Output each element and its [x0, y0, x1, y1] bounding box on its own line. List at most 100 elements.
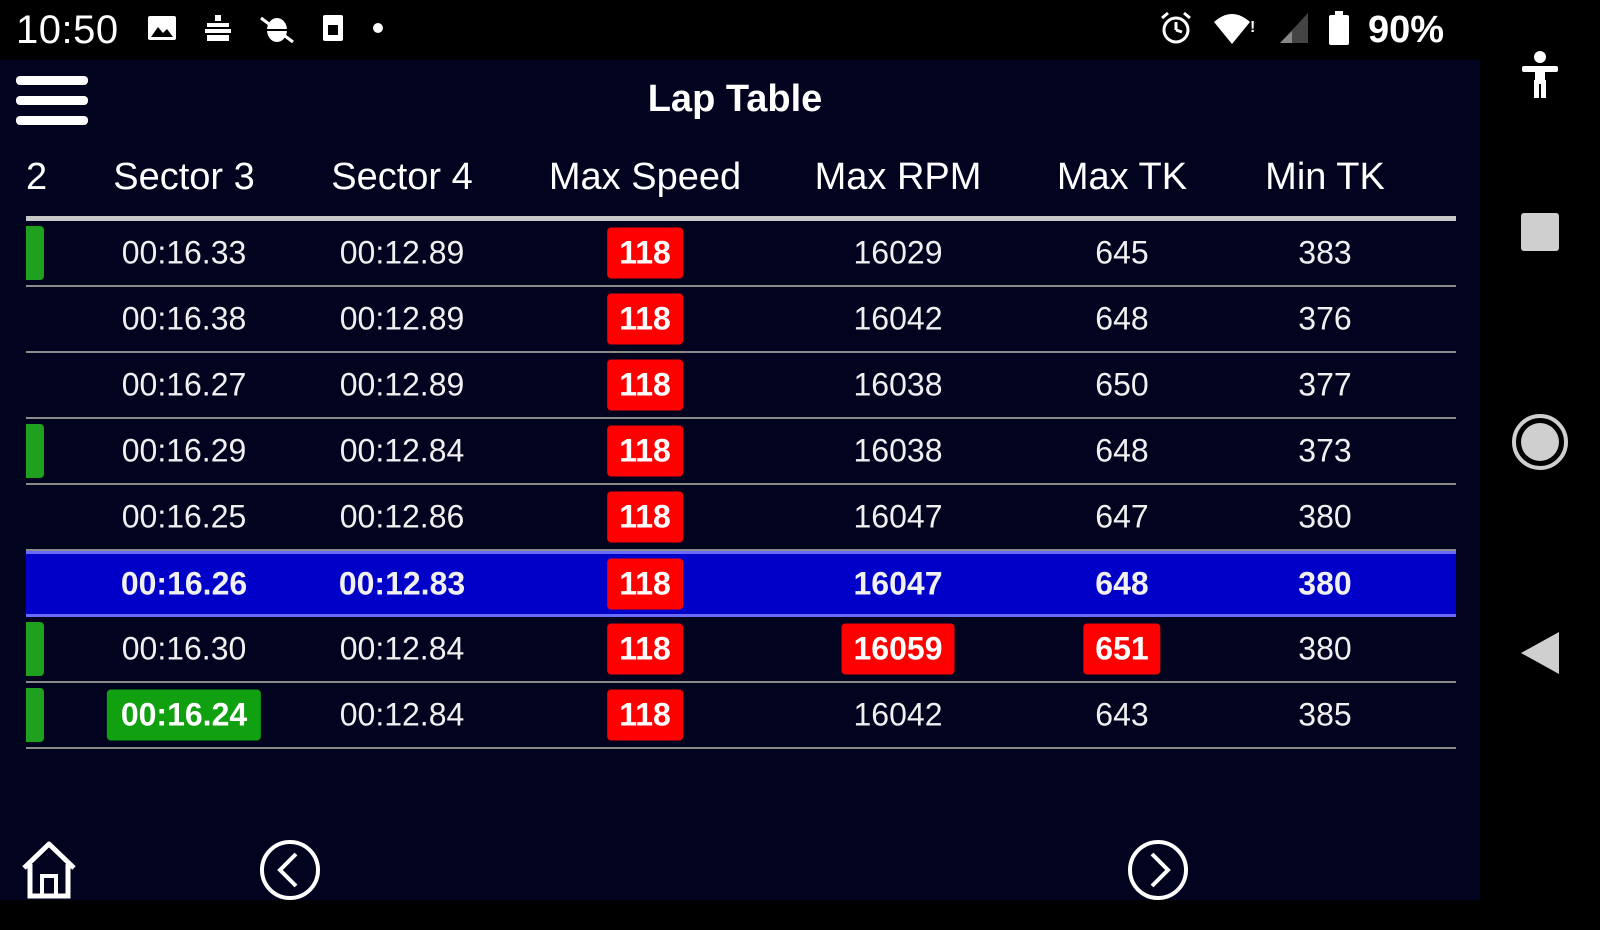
sector3-cell: 00:16.25 — [121, 498, 247, 535]
bottom-toolbar — [0, 830, 1480, 930]
max-speed-cell: 118 — [607, 689, 683, 741]
lap-marker — [26, 292, 44, 346]
home-circle-icon[interactable] — [1510, 412, 1570, 477]
column-header-sector-4[interactable]: Sector 4 — [331, 156, 473, 199]
debug-icon — [259, 12, 295, 49]
sector3-cell: 00:16.38 — [121, 300, 247, 337]
lap-marker — [26, 424, 44, 478]
lap-marker — [26, 490, 44, 544]
notification-icons — [147, 12, 385, 49]
recents-icon[interactable] — [1520, 212, 1560, 257]
wifi-icon: ! — [1212, 10, 1260, 51]
signal-icon — [1278, 11, 1310, 50]
max-rpm-cell: 16047 — [853, 565, 943, 602]
sector4-cell: 00:12.89 — [339, 300, 465, 337]
max-tk-cell: 651 — [1083, 623, 1161, 675]
svg-text:!: ! — [1250, 19, 1255, 36]
max-tk-cell: 648 — [1095, 300, 1149, 337]
max-speed-cell: 118 — [607, 293, 683, 345]
table-row[interactable]: 00:16.30 00:12.84 118 16059 651 380 — [26, 617, 1456, 683]
table-row[interactable]: 00:16.25 00:12.86 118 16047 647 380 — [26, 485, 1456, 551]
dot-icon — [371, 21, 385, 40]
column-header-max-tk[interactable]: Max TK — [1057, 156, 1187, 199]
table-row-selected[interactable]: 00:16.26 00:12.83 118 16047 648 380 — [26, 551, 1456, 617]
min-tk-cell: 380 — [1298, 630, 1352, 667]
accessibility-icon[interactable] — [1516, 50, 1564, 105]
sector4-cell: 00:12.89 — [339, 234, 465, 271]
max-rpm-cell: 16047 — [853, 498, 943, 535]
system-status: ! 90% — [1158, 0, 1444, 60]
table-row[interactable]: 00:16.24 00:12.84 118 16042 643 385 — [26, 683, 1456, 749]
battery-icon — [1328, 10, 1350, 51]
sector3-cell: 00:16.30 — [121, 630, 247, 667]
sector4-cell: 00:12.86 — [339, 498, 465, 535]
table-body: 00:16.33 00:12.89 118 16029 645 383 00:16.38 00… — [26, 221, 1456, 749]
max-rpm-cell: 16029 — [853, 234, 943, 271]
lap-table[interactable]: 2 Sector 3 Sector 4 Max Speed Max RPM Ma… — [26, 150, 1456, 749]
max-speed-cell: 118 — [607, 359, 683, 411]
max-speed-cell: 118 — [607, 558, 683, 610]
sector3-cell: 00:16.27 — [121, 366, 247, 403]
sector4-cell: 00:12.83 — [338, 565, 466, 602]
sector3-cell: 00:16.29 — [121, 432, 247, 469]
page-title: Lap Table — [647, 78, 823, 120]
max-rpm-cell: 16042 — [853, 300, 943, 337]
alarm-icon — [1158, 10, 1194, 51]
sector4-cell: 00:12.84 — [339, 696, 465, 733]
table-row[interactable]: 00:16.27 00:12.89 118 16038 650 377 — [26, 353, 1456, 419]
max-speed-cell: 118 — [607, 623, 683, 675]
image-icon — [147, 15, 177, 46]
sector4-cell: 00:12.84 — [339, 432, 465, 469]
sector4-cell: 00:12.89 — [339, 366, 465, 403]
max-tk-cell: 648 — [1095, 432, 1149, 469]
table-row[interactable]: 00:16.38 00:12.89 118 16042 648 376 — [26, 287, 1456, 353]
min-tk-cell: 376 — [1298, 300, 1352, 337]
back-icon[interactable] — [1519, 630, 1561, 681]
usb-icon — [203, 13, 233, 48]
min-tk-cell: 380 — [1298, 498, 1352, 535]
table-row[interactable]: 00:16.33 00:12.89 118 16029 645 383 — [26, 221, 1456, 287]
lap-marker — [26, 622, 44, 676]
min-tk-cell: 380 — [1298, 565, 1352, 602]
max-rpm-cell: 16042 — [853, 696, 943, 733]
lap-marker — [26, 688, 44, 742]
lap-marker — [26, 226, 44, 280]
column-header-max-rpm[interactable]: Max RPM — [815, 156, 982, 199]
table-row[interactable]: 00:16.29 00:12.84 118 16038 648 373 — [26, 419, 1456, 485]
max-tk-cell: 645 — [1095, 234, 1149, 271]
column-header-sector-3[interactable]: Sector 3 — [113, 156, 255, 199]
min-tk-cell: 385 — [1298, 696, 1352, 733]
next-icon[interactable] — [1126, 838, 1190, 907]
system-nav-rail — [1480, 0, 1600, 900]
home-icon[interactable] — [18, 838, 80, 907]
max-speed-cell: 118 — [607, 227, 683, 279]
max-tk-cell: 643 — [1095, 696, 1149, 733]
status-bar: 10:50 ! 90% — [0, 0, 1480, 60]
max-rpm-cell: 16059 — [841, 623, 955, 675]
app-screen: Lap Table 2 Sector 3 Sector 4 Max Speed … — [0, 60, 1480, 900]
sector3-cell: 00:16.33 — [121, 234, 247, 271]
min-tk-cell: 377 — [1298, 366, 1352, 403]
max-tk-cell: 647 — [1095, 498, 1149, 535]
lap-marker — [26, 358, 44, 412]
lap-marker — [26, 557, 44, 611]
prev-icon[interactable] — [258, 838, 322, 907]
sector4-cell: 00:12.84 — [339, 630, 465, 667]
max-tk-cell: 650 — [1095, 366, 1149, 403]
sim-icon — [321, 13, 345, 48]
column-header-min-tk[interactable]: Min TK — [1265, 156, 1385, 199]
sector3-cell: 00:16.24 — [106, 689, 262, 741]
min-tk-cell: 373 — [1298, 432, 1352, 469]
column-header-sector-2[interactable]: 2 — [26, 156, 47, 199]
max-speed-cell: 118 — [607, 425, 683, 477]
max-tk-cell: 648 — [1095, 565, 1149, 602]
column-header-max-speed[interactable]: Max Speed — [549, 156, 741, 199]
status-time: 10:50 — [16, 7, 119, 52]
sector3-cell: 00:16.26 — [120, 565, 248, 602]
table-header: 2 Sector 3 Sector 4 Max Speed Max RPM Ma… — [26, 150, 1456, 221]
max-speed-cell: 118 — [607, 491, 683, 543]
max-rpm-cell: 16038 — [853, 432, 943, 469]
max-rpm-cell: 16038 — [853, 366, 943, 403]
battery-percent: 90% — [1367, 8, 1444, 51]
min-tk-cell: 383 — [1298, 234, 1352, 271]
